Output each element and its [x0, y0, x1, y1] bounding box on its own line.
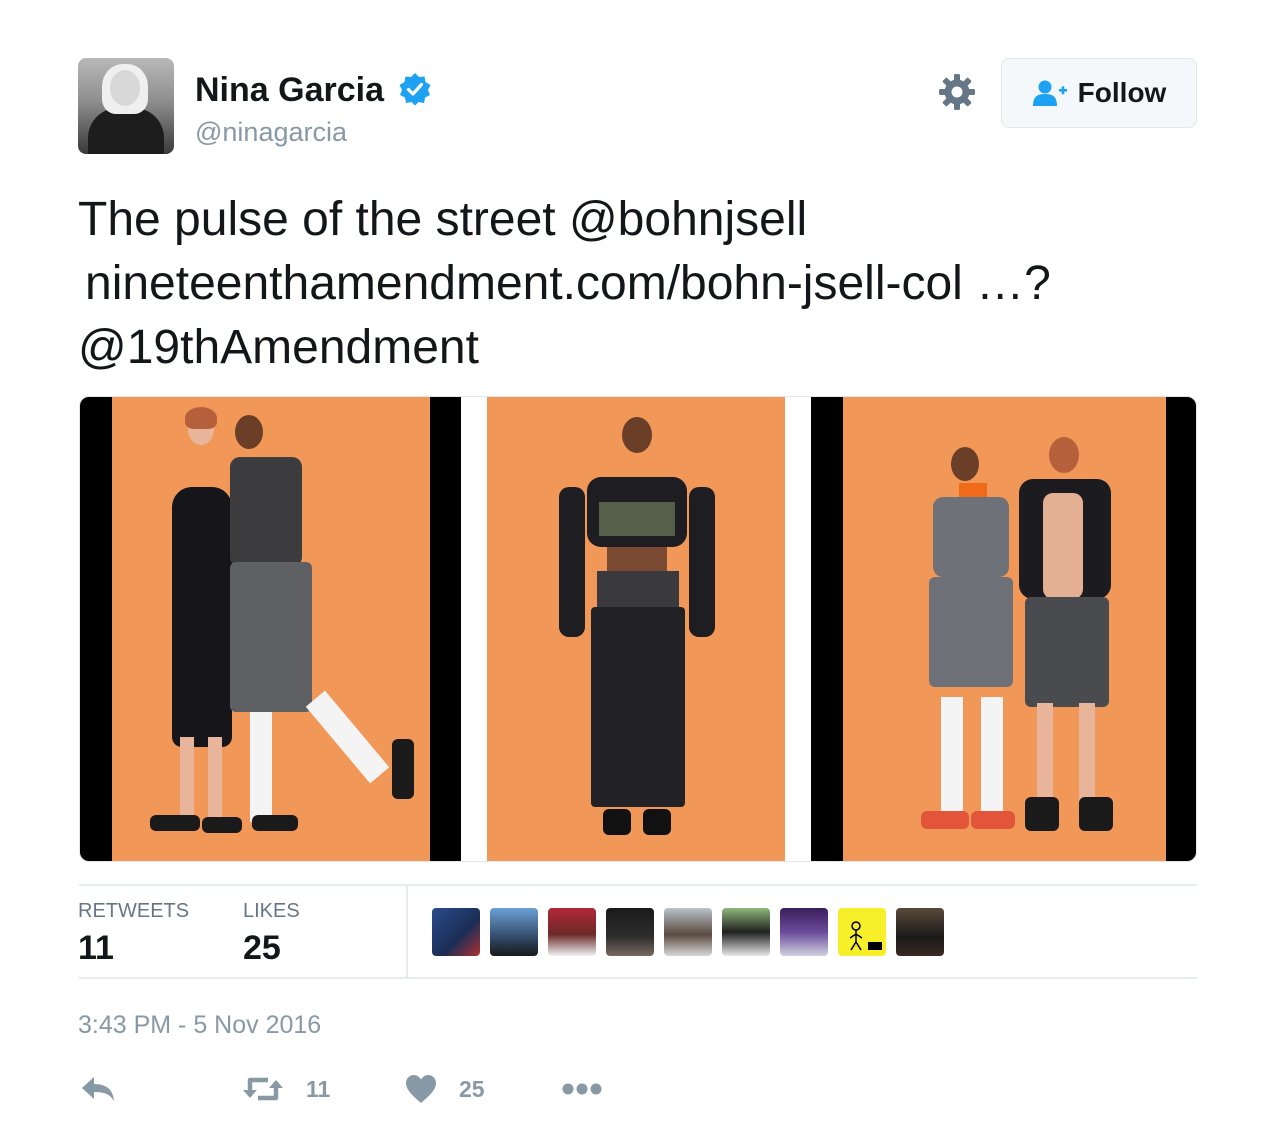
reply-icon [82, 1077, 114, 1101]
tweet-media [79, 396, 1197, 862]
liker-avatars [432, 908, 944, 956]
verified-badge-icon [399, 73, 431, 106]
follow-user-icon [1032, 80, 1067, 106]
more-icon [562, 1083, 602, 1095]
retweets-label[interactable]: RETWEETS [78, 899, 189, 923]
heart-icon [406, 1075, 436, 1103]
liker-avatar[interactable] [780, 908, 828, 956]
profile-avatar[interactable] [78, 58, 174, 154]
tweet-photo-3[interactable] [811, 397, 1196, 861]
mention-link-bohnjsell[interactable]: @bohnjsell [569, 193, 807, 246]
tweet-timestamp[interactable]: 3:43 PM - 5 Nov 2016 [78, 1010, 321, 1040]
like-count: 25 [459, 1075, 485, 1102]
retweet-button[interactable]: 11 [242, 1070, 330, 1108]
display-name[interactable]: Nina Garcia [195, 70, 384, 110]
url-link[interactable]: nineteenthamendment.com/bohn-jsell-col …… [78, 257, 1051, 310]
tweet-photo-1[interactable] [80, 397, 461, 861]
like-button[interactable]: 25 [405, 1070, 485, 1108]
liker-avatar[interactable] [664, 908, 712, 956]
retweet-icon [243, 1077, 283, 1101]
tweet-text: The pulse of the street @bohnjsell ninet… [78, 188, 1198, 380]
stats-divider [406, 886, 408, 977]
gear-icon[interactable] [938, 73, 976, 111]
retweets-count[interactable]: 11 [78, 928, 114, 968]
reply-button[interactable] [80, 1070, 116, 1108]
liker-avatar[interactable] [606, 908, 654, 956]
retweet-count: 11 [306, 1075, 331, 1102]
liker-avatar[interactable] [432, 908, 480, 956]
divider [79, 977, 1197, 979]
tweet-photo-2[interactable] [487, 397, 785, 861]
stick-figure-icon [849, 921, 882, 951]
follow-button-label: Follow [1077, 77, 1167, 108]
liker-avatar[interactable] [490, 908, 538, 956]
liker-avatar[interactable] [896, 908, 944, 956]
user-handle[interactable]: @ninagarcia [195, 116, 347, 148]
liker-avatar[interactable] [838, 908, 886, 956]
follow-button[interactable]: Follow [1001, 58, 1197, 128]
more-button[interactable] [562, 1070, 602, 1108]
likes-label[interactable]: LIKES [243, 899, 300, 923]
tweet-text-line1: The pulse of the street [78, 193, 569, 246]
divider [79, 884, 1197, 886]
likes-count[interactable]: 25 [243, 928, 281, 968]
liker-avatar[interactable] [722, 908, 770, 956]
liker-avatar[interactable] [548, 908, 596, 956]
mention-link-19thamendment[interactable]: @19thAmendment [78, 321, 479, 374]
